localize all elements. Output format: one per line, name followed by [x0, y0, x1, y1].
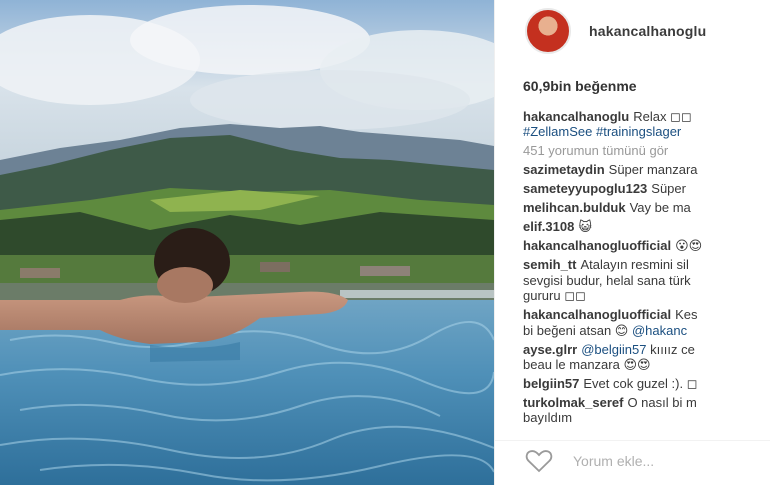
comment-item: ayse.glrr @belgiin57 kıııız ce beau le ma…: [523, 342, 770, 373]
caption-username[interactable]: hakancalhanoglu: [523, 109, 629, 124]
heart-icon[interactable]: [525, 449, 553, 473]
comment-text: O nasıl bi m: [627, 395, 697, 411]
comment-text: 😮😍: [675, 238, 703, 254]
comment-username[interactable]: elif.3108: [523, 219, 574, 234]
comment-text-line2: bi beğeni atsan 😊: [523, 322, 629, 338]
likes-count[interactable]: 60,9bin beğenme: [523, 78, 637, 94]
header-username[interactable]: hakancalhanoglu: [589, 23, 706, 39]
comment-username[interactable]: sameteyyupoglu123: [523, 181, 647, 196]
post-photo[interactable]: [0, 0, 494, 485]
comment-text: Vay be ma: [629, 200, 691, 216]
comment-item: sazimetaydin Süper manzara: [523, 162, 770, 177]
comment-text: Atalayın resmini sil: [580, 257, 689, 273]
caption: hakancalhanoglu Relax ◻◻ #ZellamSee #trai…: [523, 109, 770, 140]
caption-hashtags[interactable]: #ZellamSee #trainingslager: [523, 124, 770, 139]
comment-username[interactable]: semih_tt: [523, 257, 576, 272]
comment-username[interactable]: turkolmak_seref: [523, 395, 623, 410]
comment-text: 😺: [578, 219, 592, 235]
comment-mention[interactable]: @belgiin57: [581, 342, 646, 357]
comment-item: hakancalhanogluofficial Kes bi beğeni ats…: [523, 307, 770, 338]
post-side-panel: hakancalhanoglu 60,9bin beğenme hakancal…: [494, 0, 770, 485]
comment-username[interactable]: hakancalhanogluofficial: [523, 238, 671, 253]
caption-text: Relax ◻◻: [633, 109, 692, 124]
post-header: hakancalhanoglu: [495, 0, 770, 62]
comment-item: elif.3108 😺: [523, 219, 770, 234]
post-footer: Yorum ekle...: [495, 440, 770, 480]
comment-text: kıııız ce: [650, 341, 695, 357]
comment-item: sameteyyupoglu123 Süper: [523, 181, 770, 196]
view-all-comments-link[interactable]: 451 yorumun tümünü gör: [523, 143, 770, 158]
comment-text: Süper: [651, 181, 686, 197]
comment-username[interactable]: melihcan.bulduk: [523, 200, 626, 215]
comment-username[interactable]: sazimetaydin: [523, 162, 605, 177]
comment-item: melihcan.bulduk Vay be ma: [523, 200, 770, 215]
comment-mention[interactable]: @hakanc: [632, 323, 687, 338]
comment-text-line2: beau le manzara 😍😍: [523, 357, 651, 373]
pool-mountain-photo: [0, 0, 494, 485]
comment-text: Süper manzara: [608, 162, 698, 178]
comment-text-line2: sevgisi budur, helal sana türk: [523, 272, 691, 288]
comment-username[interactable]: hakancalhanogluofficial: [523, 307, 671, 322]
comment-text: Kes: [675, 307, 698, 323]
add-comment-input[interactable]: Yorum ekle...: [573, 453, 654, 469]
comment-item: turkolmak_seref O nasıl bi m bayıldım: [523, 395, 770, 426]
comment-username[interactable]: ayse.glrr: [523, 342, 577, 357]
instagram-post: hakancalhanoglu 60,9bin beğenme hakancal…: [0, 0, 770, 485]
comment-item: belgiin57 Evet cok guzel :). ◻: [523, 376, 770, 391]
comment-text-line2: bayıldım: [523, 410, 573, 426]
comment-text-line3: gururu ◻◻: [523, 288, 586, 304]
comment-username[interactable]: belgiin57: [523, 376, 579, 391]
comment-item: semih_tt Atalayın resmini sil sevgisi bud…: [523, 257, 770, 303]
avatar[interactable]: [525, 8, 571, 54]
comment-text: Evet cok guzel :). ◻: [583, 376, 698, 392]
comments-list: hakancalhanoglu Relax ◻◻ #ZellamSee #trai…: [523, 109, 770, 429]
comment-item: hakancalhanogluofficial 😮😍: [523, 238, 770, 253]
